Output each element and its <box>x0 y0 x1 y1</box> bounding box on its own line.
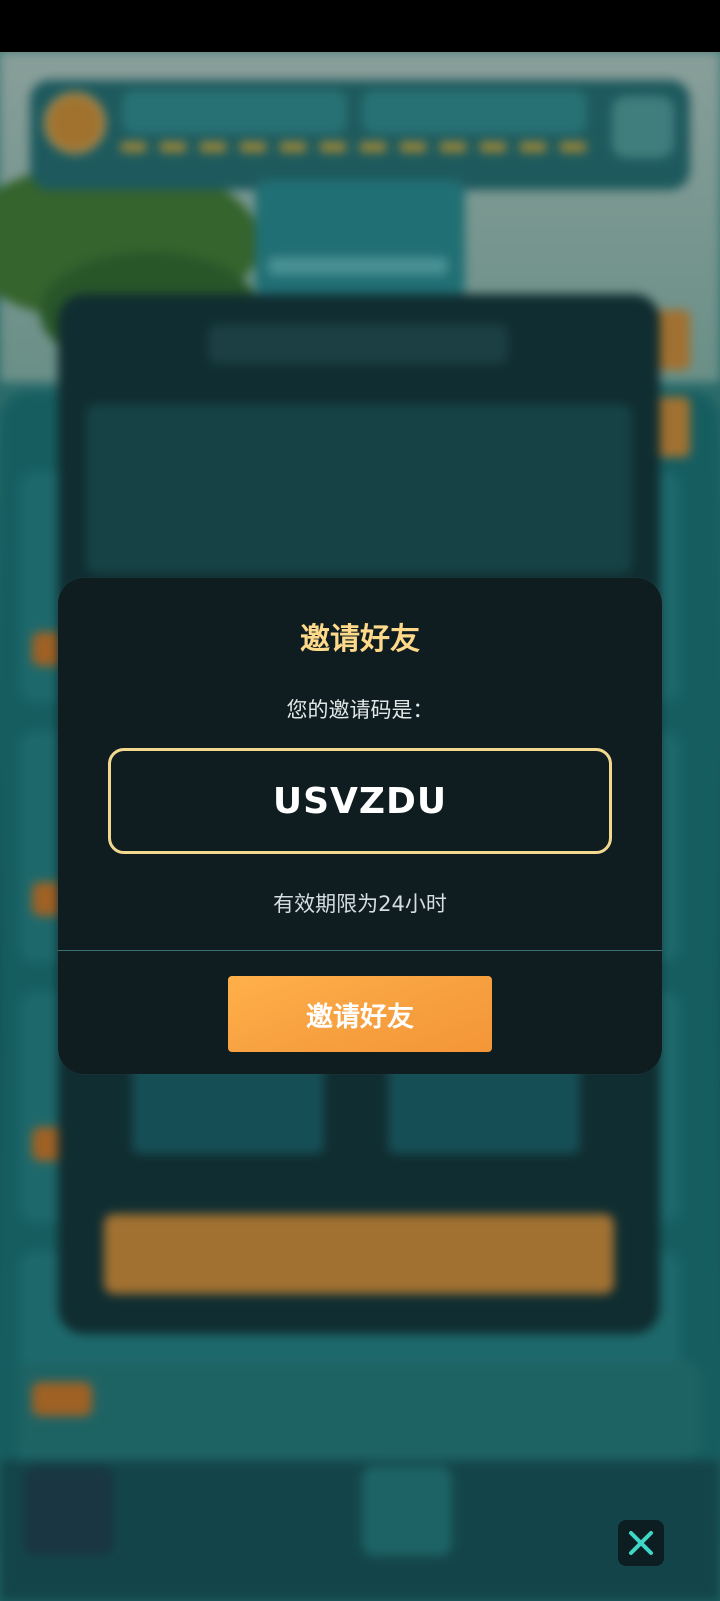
validity-text: 有效期限为24小时 <box>273 892 447 916</box>
invite-friend-button[interactable]: 邀请好友 <box>228 976 492 1052</box>
close-icon <box>629 1531 653 1555</box>
invite-dialog: 邀请好友 您的邀请码是： USVZDU 有效期限为24小时 邀请好友 <box>58 578 662 1074</box>
divider <box>58 950 662 951</box>
invite-code-box[interactable]: USVZDU <box>108 748 612 854</box>
dialog-title: 邀请好友 <box>300 622 420 657</box>
invite-code-value: USVZDU <box>272 780 448 822</box>
close-button[interactable] <box>618 1520 664 1566</box>
invite-code-label: 您的邀请码是： <box>286 698 434 722</box>
status-bar <box>0 0 720 52</box>
